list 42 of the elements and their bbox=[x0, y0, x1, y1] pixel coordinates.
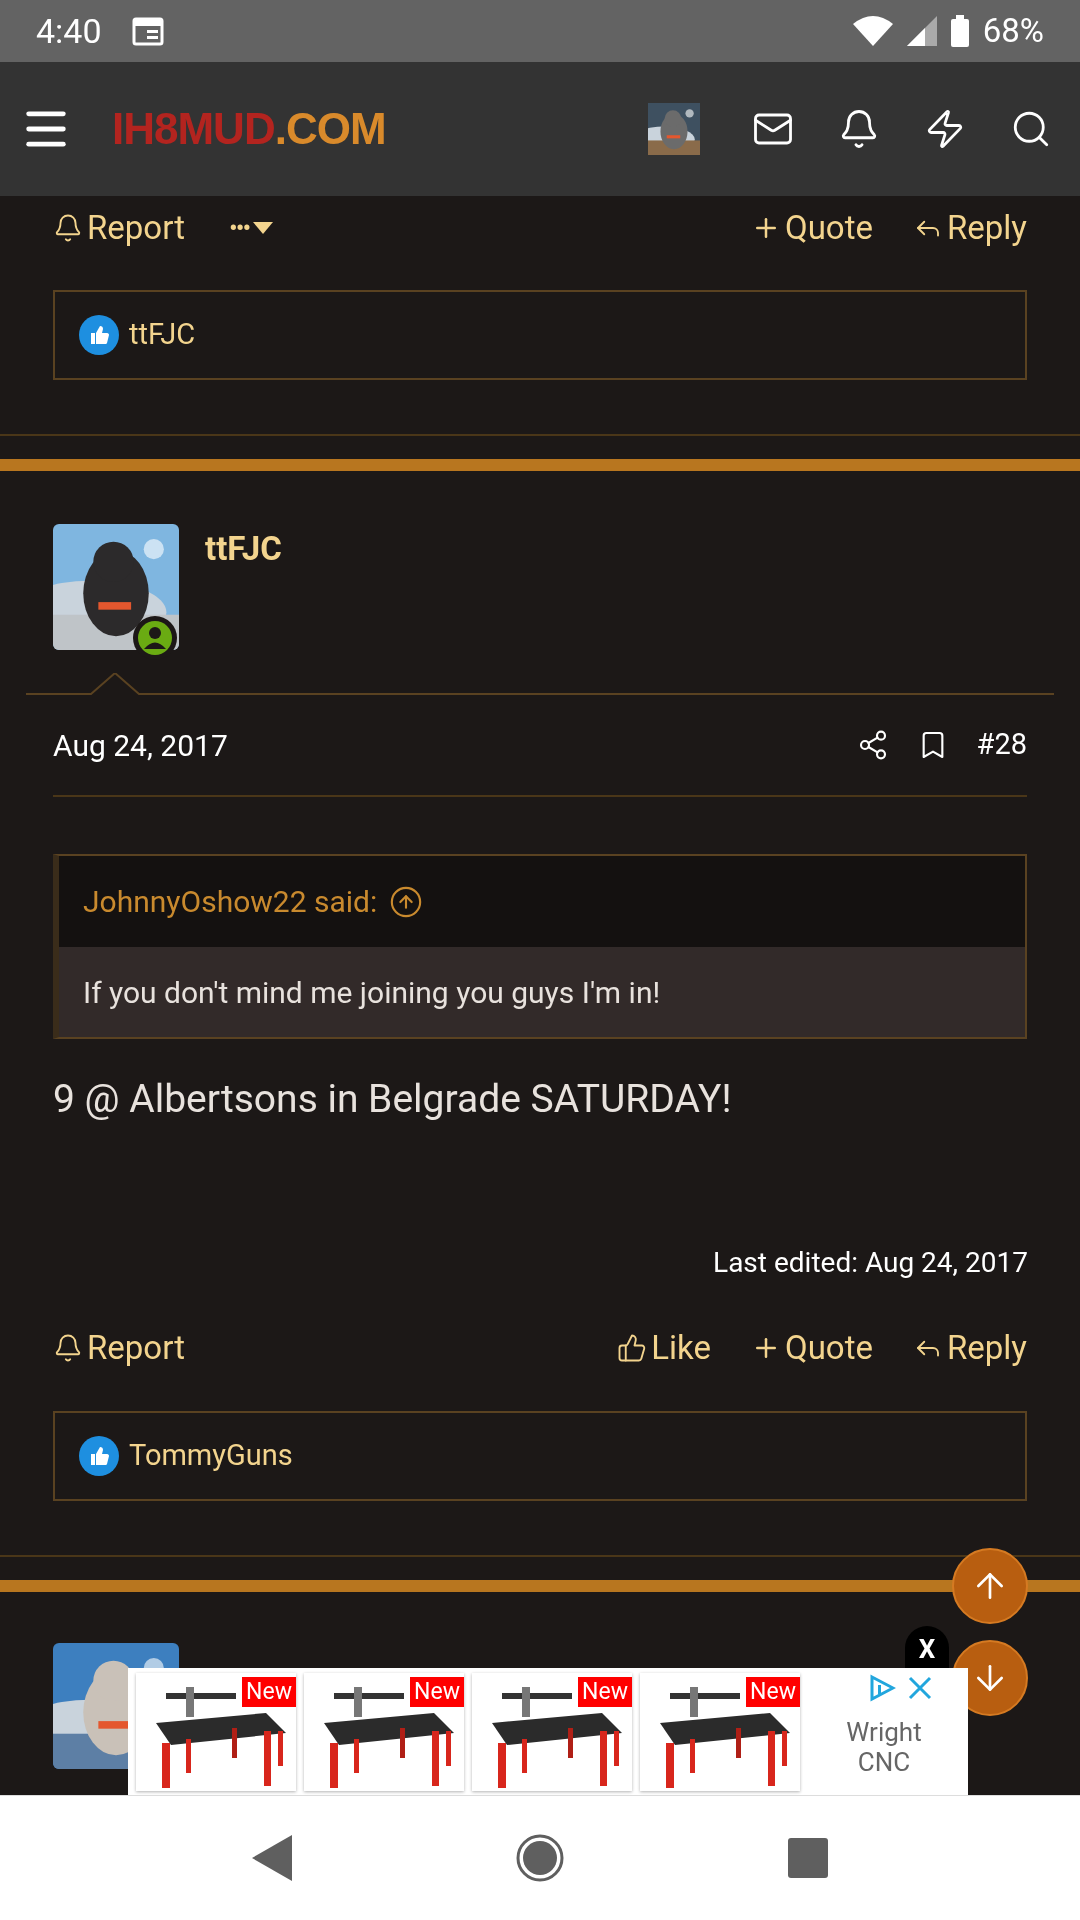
reply-button[interactable]: Reply bbox=[913, 203, 1027, 253]
new-badge: New bbox=[578, 1676, 632, 1707]
reaction-username[interactable]: TommyGuns bbox=[129, 1434, 293, 1478]
signal-icon bbox=[906, 16, 937, 46]
bell-icon bbox=[53, 1333, 83, 1363]
more-menu-button[interactable]: ••• bbox=[228, 208, 274, 248]
new-badge: New bbox=[242, 1676, 296, 1707]
caret-icon bbox=[253, 222, 274, 234]
like-reaction-icon bbox=[79, 1436, 119, 1476]
like-reaction-icon bbox=[79, 315, 119, 355]
quote-text: If you don't mind me joining you guys I'm in! bbox=[83, 973, 661, 1012]
wifi-icon bbox=[852, 16, 893, 46]
reply-button[interactable]: Reply bbox=[913, 1323, 1027, 1373]
user-avatar-button[interactable] bbox=[648, 103, 700, 155]
last-edited: Last edited: Aug 24, 2017 bbox=[713, 1245, 1028, 1281]
post-number[interactable]: #28 bbox=[976, 723, 1027, 767]
quote-button[interactable]: Quote bbox=[750, 1323, 873, 1373]
new-badge: New bbox=[746, 1676, 800, 1707]
new-badge: New bbox=[410, 1676, 464, 1707]
quote-author[interactable]: JohnnyOshow22 said: bbox=[83, 879, 378, 924]
battery-percentage: 68% bbox=[982, 10, 1044, 53]
post-body: 9 @ Albertsons in Belgrade SATURDAY! bbox=[53, 1075, 733, 1124]
calendar-icon bbox=[131, 16, 164, 46]
site-logo[interactable]: IH8MUD.COM bbox=[112, 96, 386, 162]
clock: 4:40 bbox=[36, 9, 102, 53]
thumbs-up-icon bbox=[617, 1333, 648, 1363]
bell-icon bbox=[53, 213, 83, 243]
post-date[interactable]: Aug 24, 2017 bbox=[53, 722, 228, 768]
ad-choices-icon[interactable] bbox=[868, 1674, 896, 1702]
home-icon[interactable] bbox=[516, 1834, 564, 1882]
ad-close-button[interactable]: X bbox=[905, 1626, 949, 1668]
reaction-username[interactable]: ttFJC bbox=[129, 313, 196, 357]
close-icon[interactable] bbox=[908, 1676, 932, 1700]
arrow-up-circle-icon[interactable] bbox=[389, 884, 424, 919]
battery-icon bbox=[950, 15, 969, 47]
like-button[interactable]: Like bbox=[617, 1323, 711, 1373]
back-icon[interactable] bbox=[252, 1835, 292, 1881]
report-button[interactable]: Report bbox=[53, 1323, 185, 1373]
post-author[interactable]: ttFJC bbox=[205, 524, 282, 574]
advertiser-name[interactable]: Wright CNC bbox=[839, 1716, 929, 1777]
report-button[interactable]: Report bbox=[53, 203, 185, 253]
quote-button[interactable]: Quote bbox=[750, 203, 873, 253]
